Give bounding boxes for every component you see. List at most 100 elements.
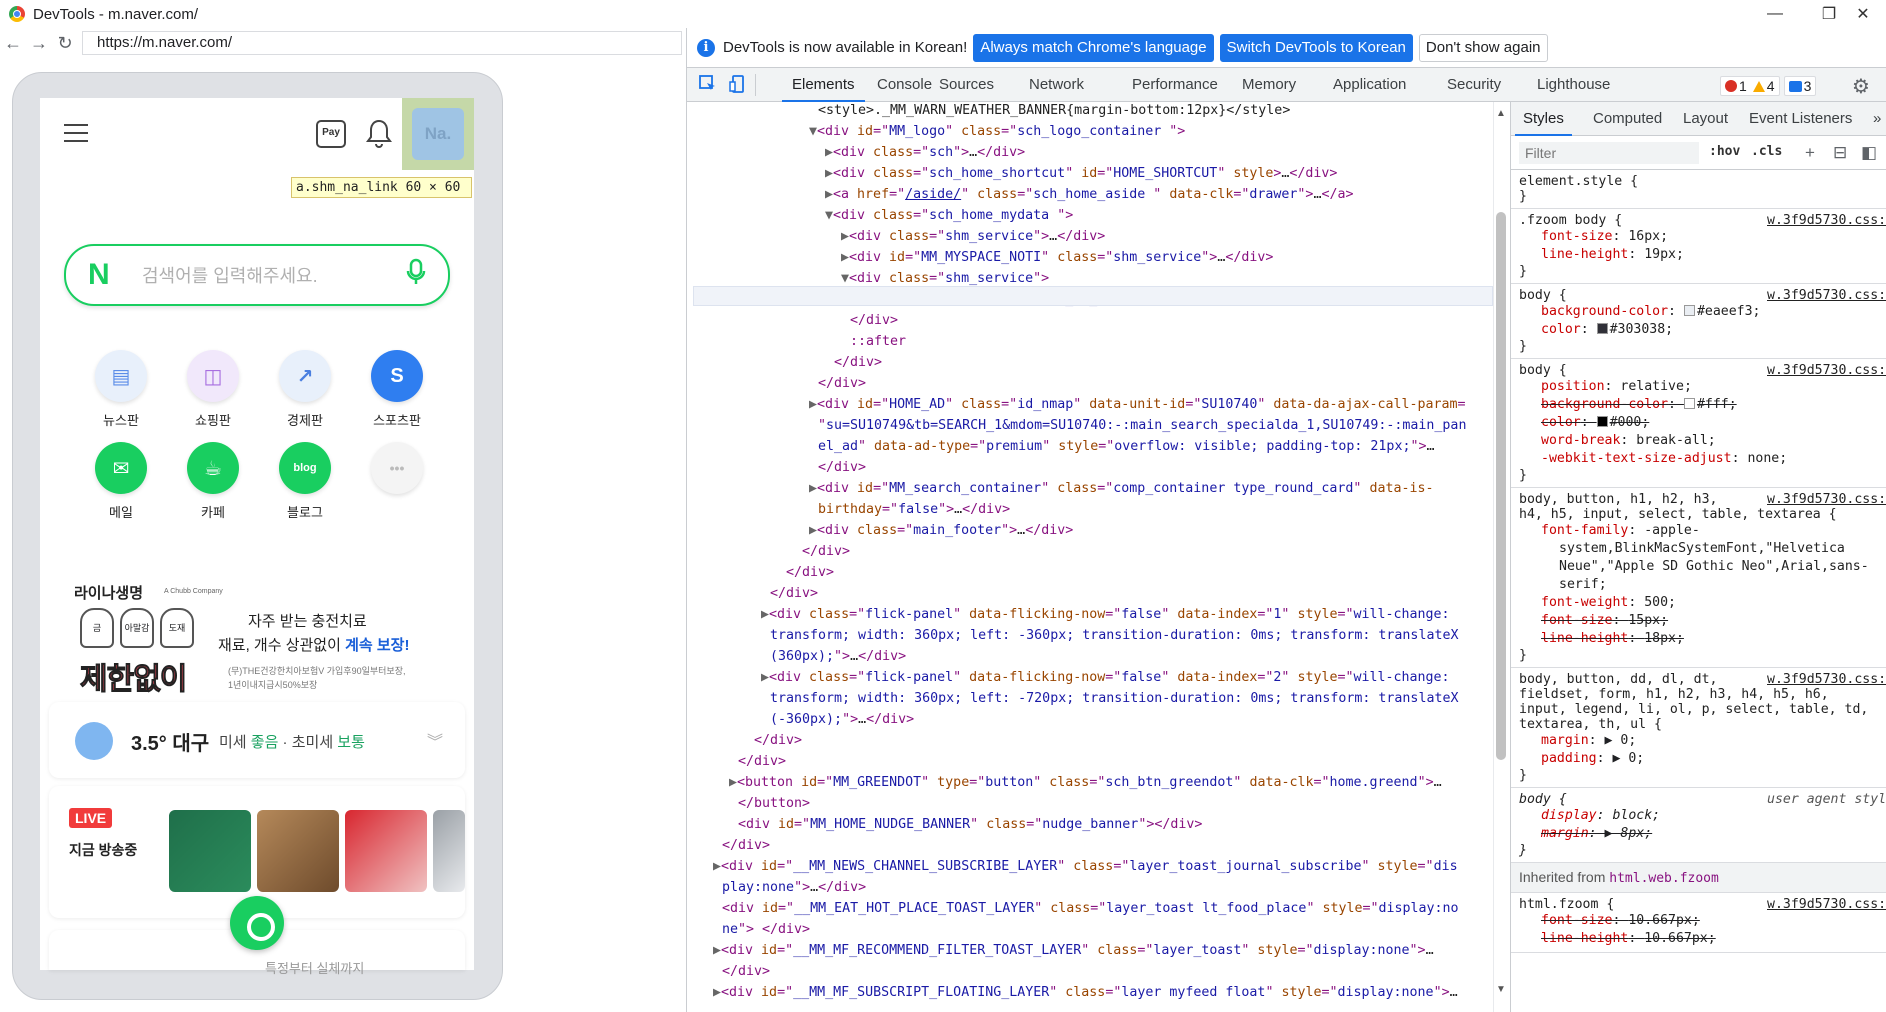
reload-icon[interactable]: ↻: [52, 33, 78, 54]
match-language-button[interactable]: Always match Chrome's language: [973, 33, 1214, 62]
css-rule[interactable]: body, button, h1, h2, h3, h4, h5, input, …: [1511, 488, 1886, 668]
microphone-icon[interactable]: [406, 258, 426, 293]
dom-tree-node[interactable]: ▶<div class="sch_home_shortcut" id="HOME…: [825, 163, 1337, 184]
settings-gear-icon[interactable]: ⚙: [1850, 74, 1872, 98]
bell-icon[interactable]: [366, 118, 392, 148]
toggle-sidebar-icon[interactable]: ◧: [1861, 143, 1877, 163]
dom-tree-node[interactable]: ▶<div id="MM_search_container" class="co…: [809, 478, 1433, 499]
dom-tree-node[interactable]: ▶<a href="/aside/" class="sch_home_aside…: [825, 184, 1353, 205]
hover-state-toggle[interactable]: :hov: [1709, 144, 1740, 159]
minimize-button[interactable]: —: [1752, 0, 1798, 28]
close-button[interactable]: ✕: [1840, 0, 1886, 28]
dom-tree-node[interactable]: ▶<button id="MM_GREENDOT" type="button" …: [729, 772, 1442, 793]
forward-arrow-icon[interactable]: →: [26, 33, 52, 54]
dom-tree-node[interactable]: ▶<div id="__MM_NEWS_CHANNEL_SUBSCRIBE_LA…: [713, 856, 1458, 877]
expand-triangle-icon[interactable]: ▶: [825, 187, 833, 202]
dom-tree-node[interactable]: ▶<div id="HOME_AD" class="id_nmap" data-…: [809, 394, 1466, 415]
tab-lighthouse[interactable]: Lighthouse: [1527, 68, 1620, 102]
back-arrow-icon[interactable]: ←: [0, 33, 26, 54]
greendot-button[interactable]: [230, 896, 284, 950]
dom-tree-node[interactable]: </div>: [793, 541, 850, 562]
live-thumbnail[interactable]: [345, 810, 427, 892]
dom-tree-node[interactable]: ▶<div id="__MM_MF_RECOMMEND_FILTER_TOAST…: [713, 940, 1434, 961]
elements-dom-tree[interactable]: <style>._MM_WARN_WEATHER_BANNER{margin-b…: [687, 102, 1493, 1012]
styles-tab-event-listeners[interactable]: Event Listeners: [1741, 102, 1860, 136]
live-thumbnail[interactable]: [433, 810, 465, 892]
expand-triangle-icon[interactable]: ▶: [713, 985, 721, 1000]
dom-tree-node[interactable]: play:none">…</div>: [713, 877, 866, 898]
expand-triangle-icon[interactable]: ▶: [761, 670, 769, 685]
live-thumbnail[interactable]: [257, 810, 339, 892]
dom-tree-node[interactable]: </div>: [713, 961, 770, 982]
styles-filter-input[interactable]: Filter: [1519, 142, 1699, 164]
dom-tree-node[interactable]: </div>: [825, 352, 882, 373]
tab-memory[interactable]: Memory: [1232, 68, 1306, 102]
expand-triangle-icon[interactable]: ▶: [713, 943, 721, 958]
error-counter[interactable]: 14: [1720, 76, 1780, 96]
dom-tree-node[interactable]: </div>: [745, 730, 802, 751]
expand-triangle-icon[interactable]: ▼: [809, 124, 817, 139]
css-rule[interactable]: Inherited from html.web.fzoom: [1511, 863, 1886, 893]
class-toggle[interactable]: .cls: [1751, 144, 1782, 159]
styles-tab-layout[interactable]: Layout: [1675, 102, 1736, 136]
dom-tree-node[interactable]: </div>: [761, 583, 818, 604]
css-rule[interactable]: html.fzoom {w.3f9d5730.css: font-size: 10…: [1511, 893, 1886, 953]
dom-tree-node[interactable]: </div>: [809, 373, 866, 394]
styles-tab-more[interactable]: »: [1865, 102, 1886, 136]
expand-triangle-icon[interactable]: ▶: [841, 229, 849, 244]
app-shortcut-news[interactable]: ▤ 뉴스판: [80, 350, 162, 429]
dont-show-again-button[interactable]: Don't show again: [1418, 33, 1548, 62]
switch-korean-button[interactable]: Switch DevTools to Korean: [1219, 33, 1413, 62]
css-rule[interactable]: body, button, dd, dl, dt, fieldset, form,…: [1511, 668, 1886, 788]
dom-tree-node[interactable]: ▶<div class="flick-panel" data-flicking-…: [761, 667, 1450, 688]
chevron-down-icon[interactable]: ︾: [427, 728, 443, 752]
app-shortcut-shopping[interactable]: ◫ 쇼핑판: [172, 350, 254, 429]
dom-tree-node[interactable]: </div>: [729, 751, 786, 772]
tree-scrollbar-thumb[interactable]: [1496, 212, 1506, 760]
new-rule-icon[interactable]: +: [1805, 143, 1815, 163]
expand-triangle-icon[interactable]: ▶: [809, 523, 817, 538]
pay-button[interactable]: Pay: [316, 120, 346, 148]
weather-card[interactable]: 3.5° 대구 미세 좋음 · 초미세 보통 ︾: [49, 702, 465, 778]
dom-tree-node[interactable]: birthday="false">…</div>: [809, 499, 1010, 520]
dom-tree-node[interactable]: el_ad" data-ad-type="premium" style="ove…: [809, 436, 1434, 457]
tab-security[interactable]: Security: [1437, 68, 1511, 102]
app-shortcut-more[interactable]: •••: [356, 442, 438, 502]
css-rule[interactable]: body {w.3f9d5730.css: background-color: #…: [1511, 284, 1886, 359]
issue-counters[interactable]: 14 3: [1720, 75, 1817, 97]
search-box[interactable]: N 검색어를 입력해주세요.: [64, 244, 450, 306]
expand-triangle-icon[interactable]: ▶: [825, 145, 833, 160]
dom-tree-node[interactable]: </div>: [809, 457, 866, 478]
app-shortcut-blog[interactable]: blog 블로그: [264, 442, 346, 521]
tab-elements[interactable]: Elements: [782, 68, 865, 102]
app-shortcut-cafe[interactable]: ☕ 카페: [172, 442, 254, 521]
dom-tree-node[interactable]: ▼<div id="MM_logo" class="sch_logo_conta…: [809, 121, 1185, 142]
dom-tree-node[interactable]: ::after: [841, 331, 906, 352]
dom-tree-node[interactable]: ▶<div class="main_footer">…</div>: [809, 520, 1073, 541]
expand-triangle-icon[interactable]: ▶: [841, 250, 849, 265]
ad-banner[interactable]: 라이나생명 A Chubb Company 금 아말감 도재 제한없이 자주 받…: [48, 574, 458, 704]
css-rule[interactable]: .fzoom body {w.3f9d5730.css: font-size: 1…: [1511, 209, 1886, 284]
dom-tree-node[interactable]: </button>: [729, 793, 810, 814]
dom-tree-node[interactable]: ne"> </div>: [713, 919, 810, 940]
scroll-down-arrow-icon[interactable]: ▼: [1496, 984, 1506, 995]
expand-triangle-icon[interactable]: ▶: [713, 859, 721, 874]
scroll-up-arrow-icon[interactable]: ▲: [1496, 108, 1506, 119]
app-shortcut-sports[interactable]: S 스포츠판: [356, 350, 438, 429]
tab-network[interactable]: Network: [1019, 68, 1094, 102]
message-counter[interactable]: 3: [1783, 76, 1817, 96]
dom-tree-node[interactable]: transform; width: 360px; left: -720px; t…: [761, 688, 1458, 709]
live-thumbnail[interactable]: [169, 810, 251, 892]
tab-sources[interactable]: Sources: [929, 68, 1004, 102]
search-input[interactable]: 검색어를 입력해주세요.: [142, 262, 406, 288]
dom-tree-node[interactable]: <div id="MM_HOME_NUDGE_BANNER" class="nu…: [729, 814, 1202, 835]
menu-icon[interactable]: [64, 124, 88, 144]
dom-tree-node[interactable]: ▶<div id="__MM_MF_SUBSCRIPT_FLOATING_LAY…: [713, 982, 1458, 1003]
dom-tree-node[interactable]: ▶<div class="shm_service">…</div>: [841, 226, 1105, 247]
styles-tab-styles[interactable]: Styles: [1515, 102, 1572, 136]
expand-triangle-icon[interactable]: ▶: [809, 481, 817, 496]
dom-tree-node[interactable]: (-360px);">…</div>: [761, 709, 914, 730]
expand-triangle-icon[interactable]: ▼: [825, 208, 833, 223]
css-rule[interactable]: body {user agent stylesheetdisplay: bloc…: [1511, 788, 1886, 863]
expand-triangle-icon[interactable]: ▶: [825, 166, 833, 181]
